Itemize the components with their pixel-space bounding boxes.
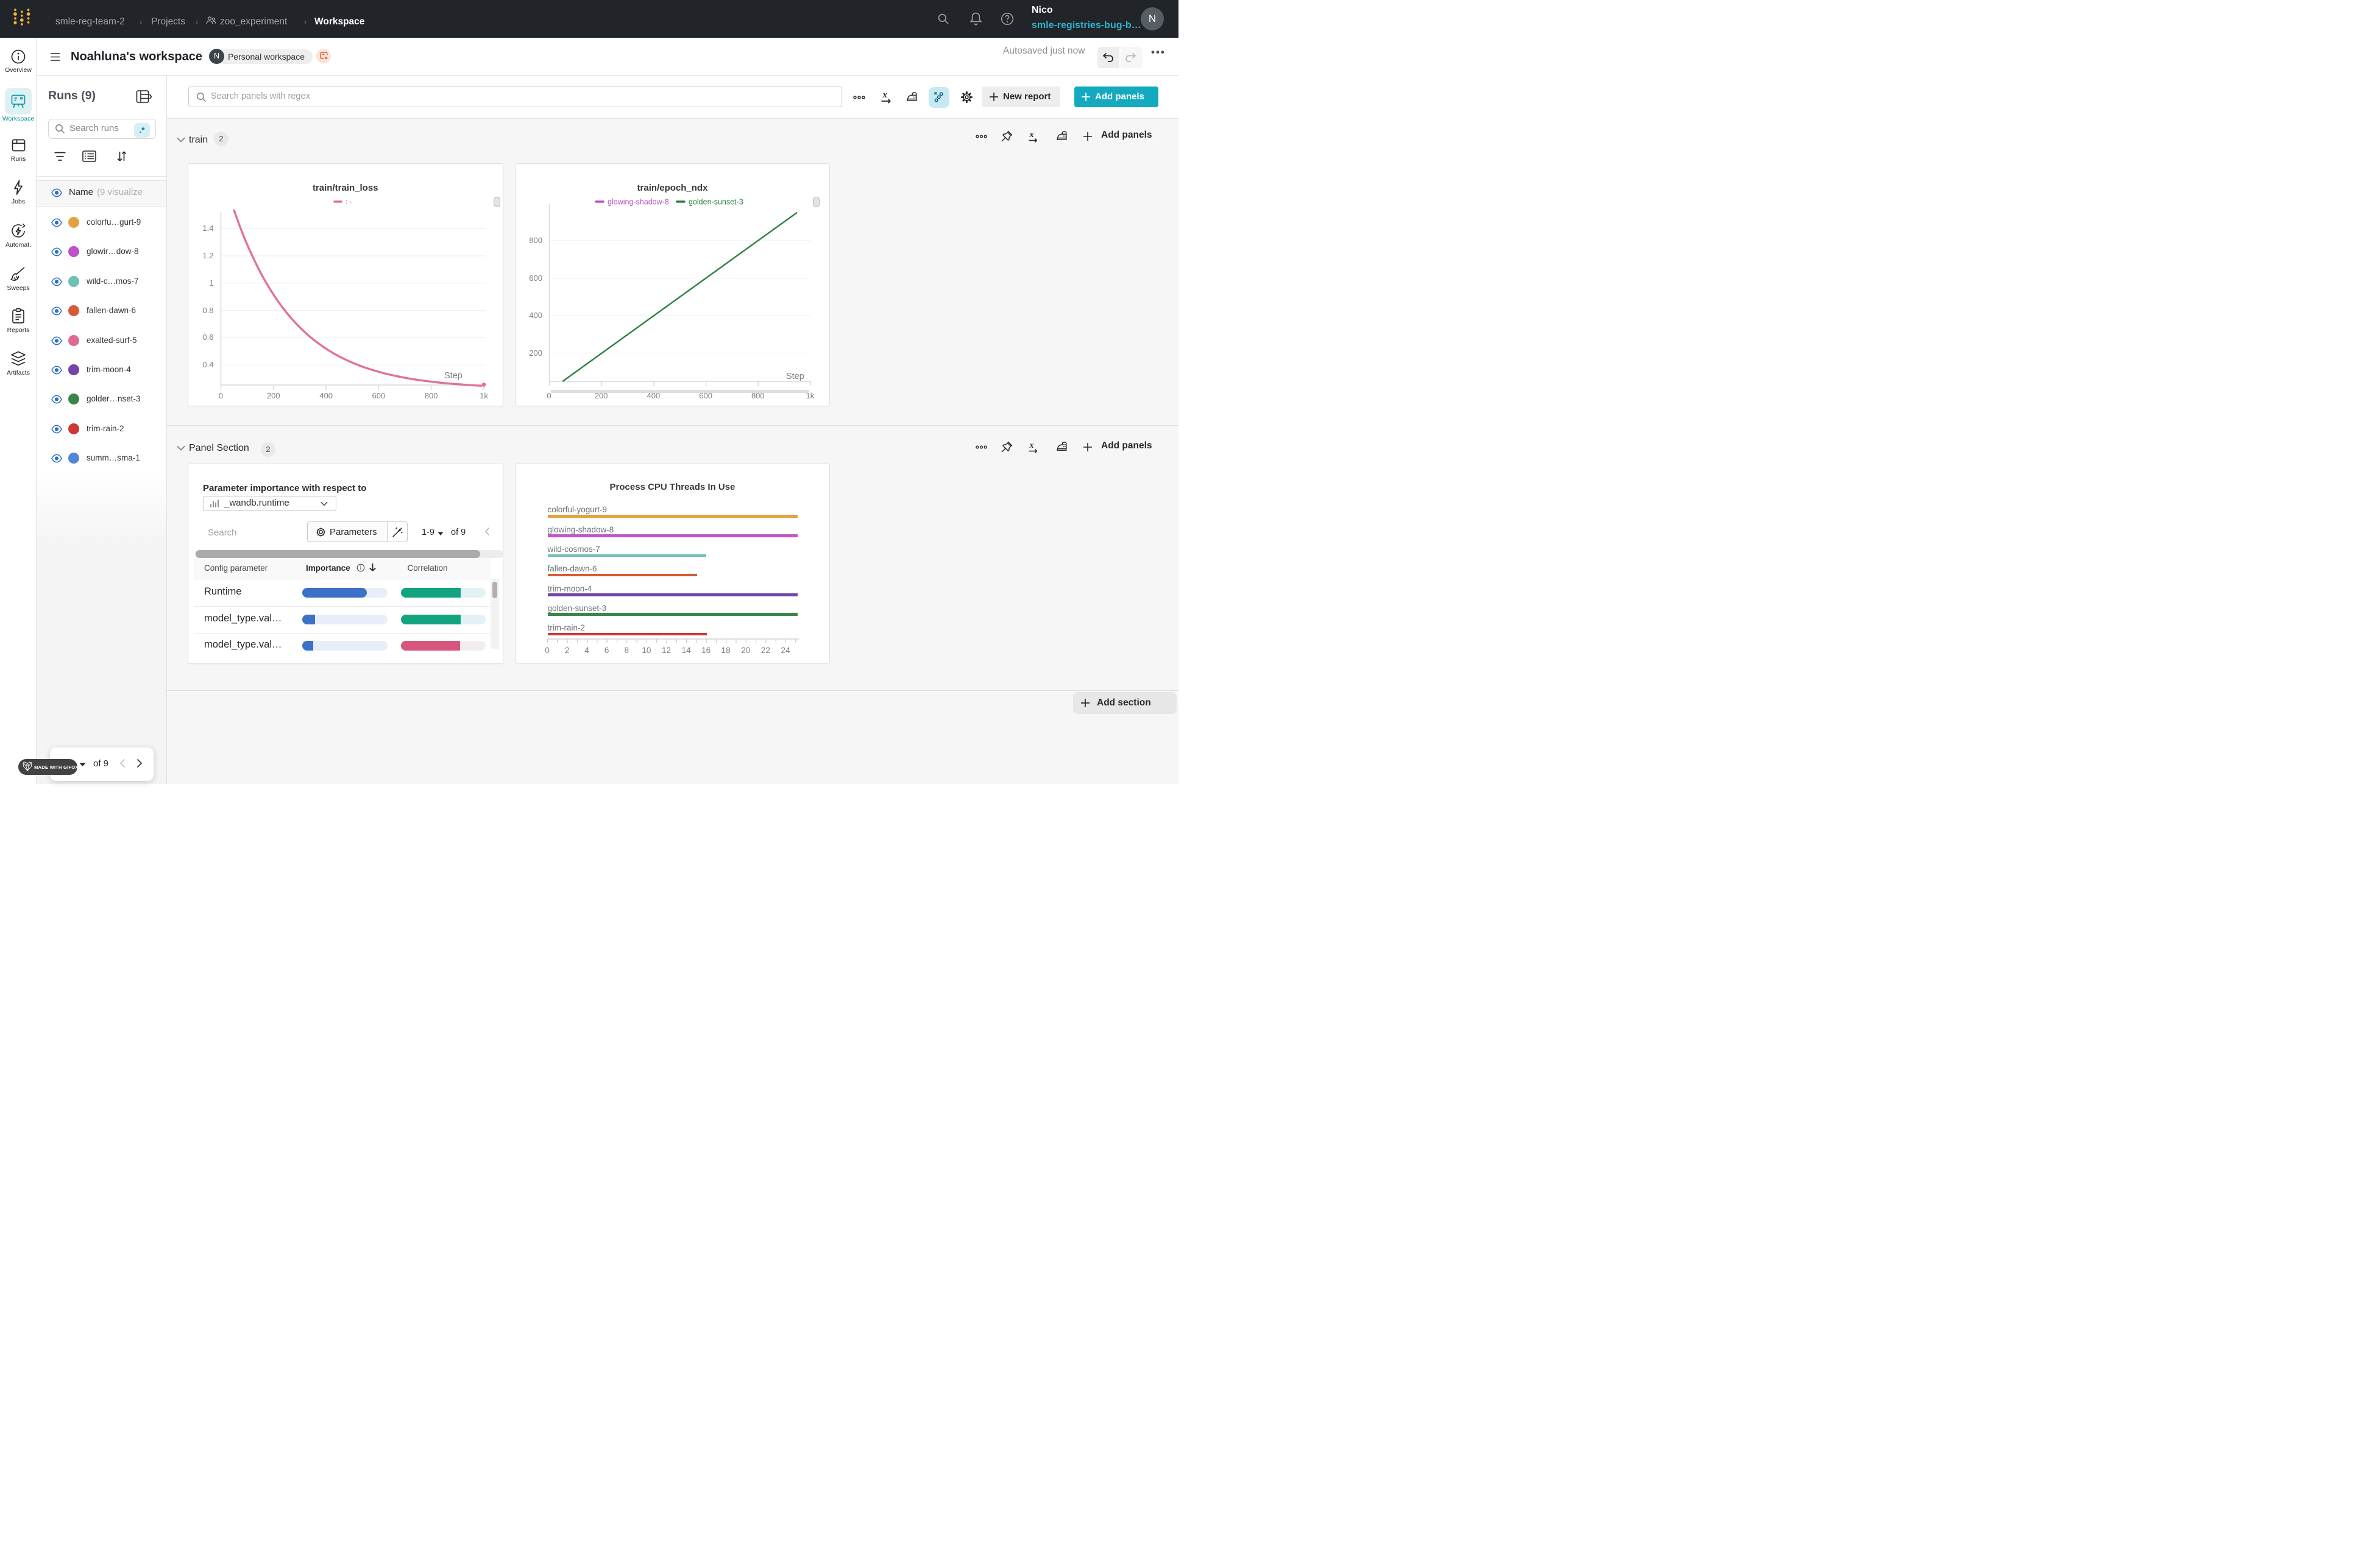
- svg-text:x: x: [1029, 130, 1034, 139]
- svg-text:x: x: [1029, 441, 1034, 450]
- svg-text:glowing-shadow-8: glowing-shadow-8: [608, 198, 669, 207]
- svg-text:x: x: [882, 90, 888, 100]
- svg-text:golden-sunset-3: golden-sunset-3: [689, 198, 743, 207]
